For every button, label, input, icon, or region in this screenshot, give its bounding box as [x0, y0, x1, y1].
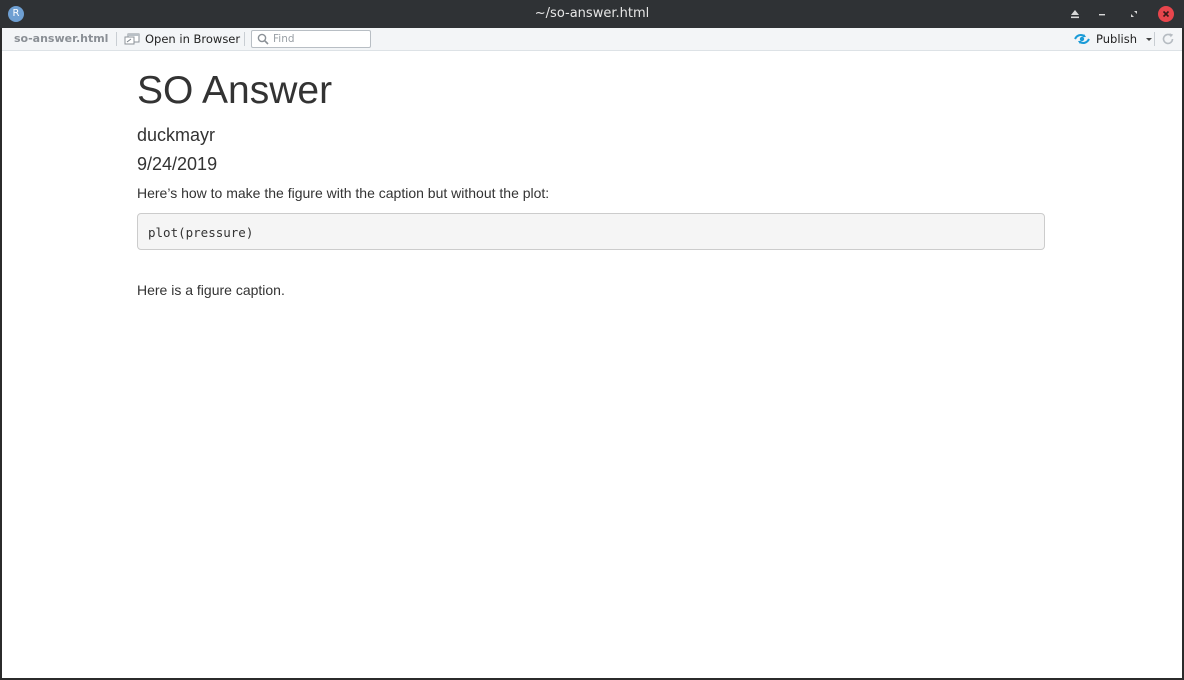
title-bar[interactable]: R ~/so-answer.html [0, 0, 1184, 28]
publish-button[interactable]: Publish [1073, 28, 1153, 50]
open-in-browser-icon [124, 33, 140, 45]
window-title: ~/so-answer.html [534, 6, 650, 21]
refresh-icon [1162, 33, 1174, 45]
publish-icon [1074, 34, 1090, 44]
intro-paragraph: Here’s how to make the figure with the c… [137, 185, 550, 201]
maximize-icon[interactable] [1126, 6, 1142, 22]
search-icon [257, 33, 269, 45]
chevron-down-icon[interactable] [1145, 36, 1153, 42]
document-title: SO Answer [137, 69, 333, 112]
document-author: duckmayr [137, 125, 216, 145]
code-block: plot(pressure) [137, 213, 1045, 250]
document-content: SO Answer duckmayr 9/24/2019 Here’s how … [137, 51, 1047, 300]
close-icon[interactable] [1158, 6, 1174, 22]
toolbar-separator [116, 32, 117, 46]
file-name-label: so-answer.html [14, 32, 109, 45]
figure-caption: Here is a figure caption. [137, 282, 285, 298]
publish-label: Publish [1096, 32, 1137, 46]
eject-icon[interactable] [1067, 6, 1083, 22]
document-date: 9/24/2019 [137, 154, 218, 174]
toolbar-separator [1154, 32, 1155, 46]
viewer-window: R ~/so-answer.html so-answer.html Open i… [0, 0, 1184, 680]
find-input[interactable] [269, 32, 363, 46]
open-in-browser-label: Open in Browser [145, 32, 241, 46]
refresh-button[interactable] [1160, 31, 1176, 47]
open-in-browser-button[interactable]: Open in Browser [124, 28, 240, 50]
toolbar-separator [244, 32, 245, 46]
viewer-toolbar: so-answer.html Open in Browser Find Publ… [2, 28, 1182, 51]
minimize-icon[interactable] [1094, 6, 1110, 22]
find-box[interactable] [251, 30, 371, 48]
